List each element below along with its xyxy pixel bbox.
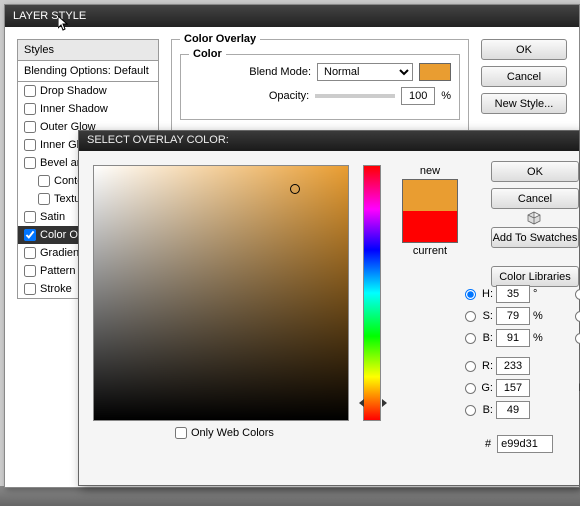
checkbox[interactable] [38, 175, 50, 187]
checkbox[interactable] [24, 283, 36, 295]
blending-options[interactable]: Blending Options: Default [18, 61, 158, 82]
lb-radio[interactable] [575, 333, 580, 344]
color-values: H:° L: S:% a: B:% b: R: C:% G: M:% B: Y:… [465, 285, 580, 441]
saturation-value-picker[interactable] [93, 165, 349, 421]
g-label: G: [479, 382, 493, 394]
b2-radio[interactable] [465, 405, 476, 416]
color-preview [402, 179, 458, 243]
style-inner-shadow[interactable]: Inner Shadow [18, 100, 158, 118]
hue-slider[interactable] [363, 165, 381, 421]
checkbox[interactable] [24, 103, 36, 115]
color-swatch[interactable] [419, 63, 451, 81]
color-title: Color [189, 48, 226, 60]
r-input[interactable] [496, 357, 530, 375]
h-radio[interactable] [465, 289, 476, 300]
checkbox[interactable] [24, 157, 36, 169]
opacity-slider[interactable] [315, 94, 395, 98]
opacity-label: Opacity: [269, 90, 309, 102]
picker-indicator [290, 184, 300, 194]
unit: % [533, 310, 543, 322]
layer-style-title: LAYER STYLE [13, 10, 86, 22]
checkbox[interactable] [24, 211, 36, 223]
cp-ok-button[interactable]: OK [491, 161, 579, 182]
cursor-icon [58, 16, 70, 32]
checkbox[interactable] [38, 193, 50, 205]
y-label: Y: [575, 404, 580, 416]
status-bar [0, 486, 580, 506]
color-picker-title: SELECT OVERLAY COLOR: [87, 134, 229, 146]
l-radio[interactable] [575, 289, 580, 300]
hex-row: # [485, 435, 553, 453]
opacity-unit: % [441, 90, 451, 102]
s-label: S: [479, 310, 493, 322]
web-colors-row: Only Web Colors [175, 427, 274, 439]
b-radio[interactable] [465, 333, 476, 344]
label: Drop Shadow [40, 85, 107, 97]
g-input[interactable] [496, 379, 530, 397]
current-color-swatch[interactable] [403, 211, 457, 242]
hex-input[interactable] [497, 435, 553, 453]
unit: % [533, 332, 543, 344]
layer-style-titlebar[interactable]: LAYER STYLE [5, 5, 579, 27]
b-label: B: [479, 332, 493, 344]
b-input[interactable] [496, 329, 530, 347]
opacity-input[interactable] [401, 87, 435, 105]
color-picker-titlebar[interactable]: SELECT OVERLAY COLOR: [79, 131, 579, 151]
web-colors-checkbox[interactable] [175, 427, 187, 439]
checkbox[interactable] [24, 229, 36, 241]
blend-mode-select[interactable]: Normal [317, 63, 413, 81]
m-label: M: [575, 382, 580, 394]
hash-label: # [485, 438, 491, 450]
unit: ° [533, 288, 543, 300]
color-libraries-button[interactable]: Color Libraries [491, 266, 579, 287]
add-swatch-button[interactable]: Add To Swatches [491, 227, 579, 248]
ok-button[interactable]: OK [481, 39, 567, 60]
current-label: current [413, 245, 447, 257]
s-input[interactable] [496, 307, 530, 325]
new-color-swatch [403, 180, 457, 211]
color-picker-dialog: SELECT OVERLAY COLOR: new current [78, 130, 580, 486]
styles-header[interactable]: Styles [18, 40, 158, 61]
group-title: Color Overlay [180, 33, 260, 45]
color-picker-buttons: OK Cancel Add To Swatches Color Librarie… [491, 161, 579, 287]
b2-label: B: [479, 404, 493, 416]
checkbox[interactable] [24, 247, 36, 259]
k-label: K: [575, 426, 580, 438]
a-radio[interactable] [575, 311, 580, 322]
style-drop-shadow[interactable]: Drop Shadow [18, 82, 158, 100]
h-input[interactable] [496, 285, 530, 303]
new-style-button[interactable]: New Style... [481, 93, 567, 114]
s-radio[interactable] [465, 311, 476, 322]
label: Inner Shadow [40, 103, 108, 115]
r-label: R: [479, 360, 493, 372]
web-colors-label: Only Web Colors [191, 427, 274, 439]
cp-cancel-button[interactable]: Cancel [491, 188, 579, 209]
c-label: C: [575, 360, 580, 372]
checkbox[interactable] [24, 85, 36, 97]
hue-indicator [359, 399, 387, 407]
label: Satin [40, 211, 65, 223]
checkbox[interactable] [24, 121, 36, 133]
h-label: H: [479, 288, 493, 300]
label: Stroke [40, 283, 72, 295]
b2-input[interactable] [496, 401, 530, 419]
blend-mode-label: Blend Mode: [249, 66, 311, 78]
cancel-button[interactable]: Cancel [481, 66, 567, 87]
new-label: new [420, 165, 440, 177]
g-radio[interactable] [465, 383, 476, 394]
checkbox[interactable] [24, 265, 36, 277]
checkbox[interactable] [24, 139, 36, 151]
r-radio[interactable] [465, 361, 476, 372]
